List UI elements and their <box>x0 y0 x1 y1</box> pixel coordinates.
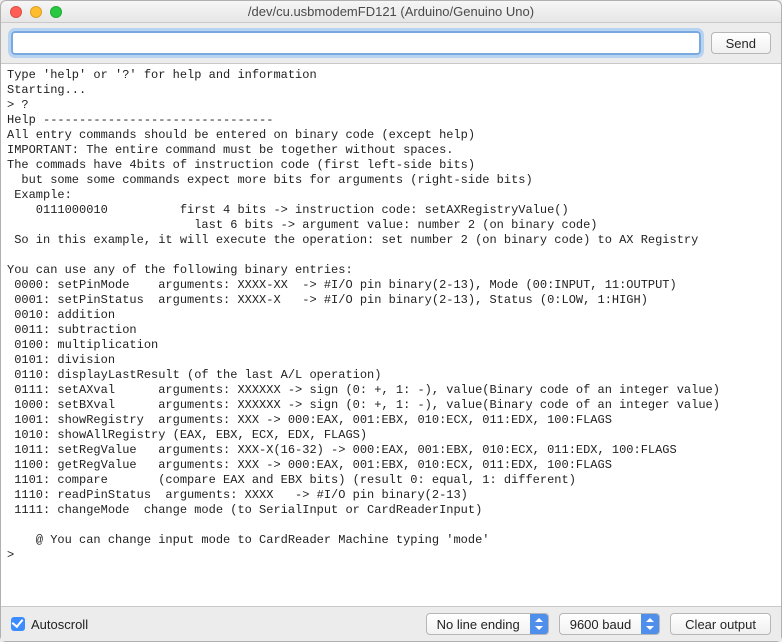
updown-arrows-icon <box>530 614 548 634</box>
command-input[interactable] <box>11 31 701 55</box>
titlebar: /dev/cu.usbmodemFD121 (Arduino/Genuino U… <box>1 1 781 23</box>
autoscroll-checkbox[interactable]: Autoscroll <box>11 617 88 632</box>
window-traffic-lights <box>1 6 62 18</box>
baud-rate-select[interactable]: 9600 baud <box>559 613 660 635</box>
bottom-toolbar: Autoscroll No line ending 9600 baud Clea… <box>1 607 781 641</box>
autoscroll-label: Autoscroll <box>31 617 88 632</box>
clear-output-button[interactable]: Clear output <box>670 613 771 635</box>
window-title: /dev/cu.usbmodemFD121 (Arduino/Genuino U… <box>1 4 781 19</box>
minimize-icon[interactable] <box>30 6 42 18</box>
close-icon[interactable] <box>10 6 22 18</box>
line-ending-selected: No line ending <box>427 614 530 634</box>
updown-arrows-icon <box>641 614 659 634</box>
command-input-bar: Send <box>1 23 781 63</box>
checkbox-icon <box>11 617 25 631</box>
baud-rate-selected: 9600 baud <box>560 614 641 634</box>
send-button[interactable]: Send <box>711 32 771 54</box>
zoom-icon[interactable] <box>50 6 62 18</box>
serial-console-output: Type 'help' or '?' for help and informat… <box>1 63 781 607</box>
line-ending-select[interactable]: No line ending <box>426 613 549 635</box>
